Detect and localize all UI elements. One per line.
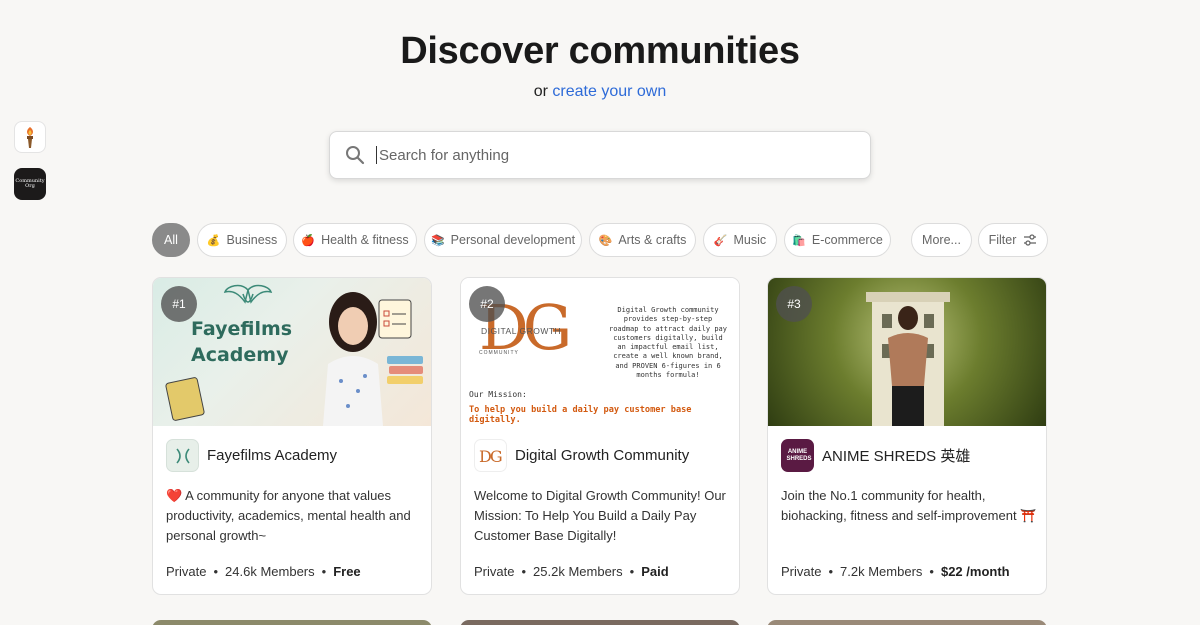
search-box[interactable] (329, 131, 871, 179)
community-cover-image: DG DIGITAL GROWTH COMMUNITY Digital Grow… (461, 278, 739, 426)
svg-text:DG: DG (479, 447, 502, 466)
torch-community-icon[interactable] (14, 121, 46, 153)
member-count: 25.2k Members (533, 564, 623, 579)
search-input[interactable] (376, 146, 836, 164)
member-count: 24.6k Members (225, 564, 315, 579)
page-title: Discover communities (400, 30, 800, 72)
privacy-label: Private (781, 564, 822, 579)
card-header: DG Digital Growth Community (474, 439, 689, 472)
community-card[interactable]: Fayefilms Academy #1 Fayefilms Academy ❤… (152, 277, 432, 595)
chip-business[interactable]: 💰 Business (197, 223, 287, 257)
community-meta: Private • 24.6k Members • Free (166, 564, 361, 579)
member-count: 7.2k Members (840, 564, 923, 579)
card-header: ANIME SHREDS ANIME SHREDS 英雄 (781, 439, 970, 472)
chip-ecommerce[interactable]: 🛍️ E-commerce (784, 223, 891, 257)
page-subtitle: or create your own (0, 83, 1200, 101)
cover-title-line2: Academy (191, 344, 289, 366)
cover-mission: To help you build a daily pay customer b… (469, 405, 692, 425)
rank-badge: #2 (469, 286, 505, 322)
chip-label: More... (922, 233, 961, 247)
chip-health-fitness[interactable]: 🍎 Health & fitness (293, 223, 417, 257)
create-your-own-link[interactable]: create your own (552, 83, 666, 100)
search-icon (345, 145, 365, 165)
next-row-card-peek[interactable] (152, 620, 432, 625)
community-card[interactable]: DG DIGITAL GROWTH COMMUNITY Digital Grow… (460, 277, 740, 595)
pagoda-tower-illustration (866, 292, 950, 426)
card-header: Fayefilms Academy (166, 439, 337, 472)
cover-title: Fayefilms Academy (191, 316, 292, 368)
next-row-card-peek[interactable] (460, 620, 740, 625)
chip-all[interactable]: All (152, 223, 190, 257)
chip-label: Health & fitness (321, 233, 409, 247)
community-description: Join the No.1 community for health, bioh… (781, 488, 1037, 523)
guitar-icon: 🎸 (713, 234, 728, 247)
community-description: ❤️ A community for anyone that values pr… (166, 488, 411, 543)
community-meta: Private • 25.2k Members • Paid (474, 564, 669, 579)
community-org-label: Community Org (15, 178, 45, 189)
todo-note-icon (378, 299, 412, 339)
books-icon: 📚 (430, 234, 445, 247)
chip-label: Personal development (450, 233, 576, 247)
privacy-label: Private (474, 564, 515, 579)
community-name: Fayefilms Academy (207, 447, 338, 464)
chip-label: Arts & crafts (618, 233, 687, 247)
next-row-card-peek[interactable] (767, 620, 1047, 625)
filter-button[interactable]: Filter (978, 223, 1048, 257)
community-name: Digital Growth Community (515, 447, 690, 464)
palette-icon: 🎨 (598, 234, 613, 247)
apple-icon: 🍎 (301, 234, 316, 247)
cover-blurb: Digital Growth community provides step-b… (608, 306, 727, 380)
community-description: Welcome to Digital Growth Community! Our… (474, 488, 726, 543)
shopping-bags-icon: 🛍️ (792, 234, 806, 247)
community-name: ANIME SHREDS 英雄 (822, 448, 971, 465)
chip-more[interactable]: More... (911, 223, 972, 257)
wings-icon (223, 284, 273, 304)
books-stack-icon (387, 356, 423, 384)
chip-label: All (164, 233, 178, 247)
price-label: $22 /month (940, 564, 1010, 579)
cover-title-line1: Fayefilms (191, 318, 293, 340)
sliders-icon (1023, 234, 1037, 246)
community-meta: Private • 7.2k Members • $22 /month (781, 564, 1010, 579)
community-cover-image: #3 (768, 278, 1046, 426)
rank-badge: #1 (161, 286, 197, 322)
cover-dg-sublabel: COMMUNITY (479, 350, 519, 356)
chip-music[interactable]: 🎸 Music (703, 223, 777, 257)
dg-logo-icon: DG (479, 447, 504, 466)
chip-label: Business (226, 233, 278, 247)
price-label: Free (333, 564, 361, 579)
community-org-logo[interactable]: Community Org (14, 168, 46, 200)
anime-shreds-logo-text: ANIME SHREDS (786, 448, 812, 462)
category-chips: All 💰 Business 🍎 Health & fitness 📚 Pers… (152, 223, 1052, 257)
community-cover-image: Fayefilms Academy #1 (153, 278, 431, 426)
cover-dg-label: DIGITAL GROWTH (481, 326, 562, 336)
subtitle-prefix: or (533, 83, 548, 100)
community-logo: DG (474, 439, 507, 472)
chip-label: E-commerce (811, 233, 883, 247)
cover-mission-label: Our Mission: (469, 390, 527, 399)
community-logo (166, 439, 199, 472)
fayefilms-logo-icon (175, 447, 190, 464)
chip-label: Music (733, 233, 767, 247)
chip-arts-crafts[interactable]: 🎨 Arts & crafts (589, 223, 696, 257)
price-label: Paid (641, 564, 669, 579)
left-rail: Community Org (14, 121, 46, 215)
community-logo: ANIME SHREDS (781, 439, 814, 472)
rank-badge: #3 (776, 286, 812, 322)
notes-book-icon (165, 377, 205, 421)
money-bag-icon: 💰 (206, 234, 221, 247)
chip-personal-development[interactable]: 📚 Personal development (424, 223, 582, 257)
community-card[interactable]: #3 ANIME SHREDS ANIME SHREDS 英雄 Join the… (767, 277, 1047, 595)
chip-label: Filter (988, 233, 1017, 247)
privacy-label: Private (166, 564, 207, 579)
